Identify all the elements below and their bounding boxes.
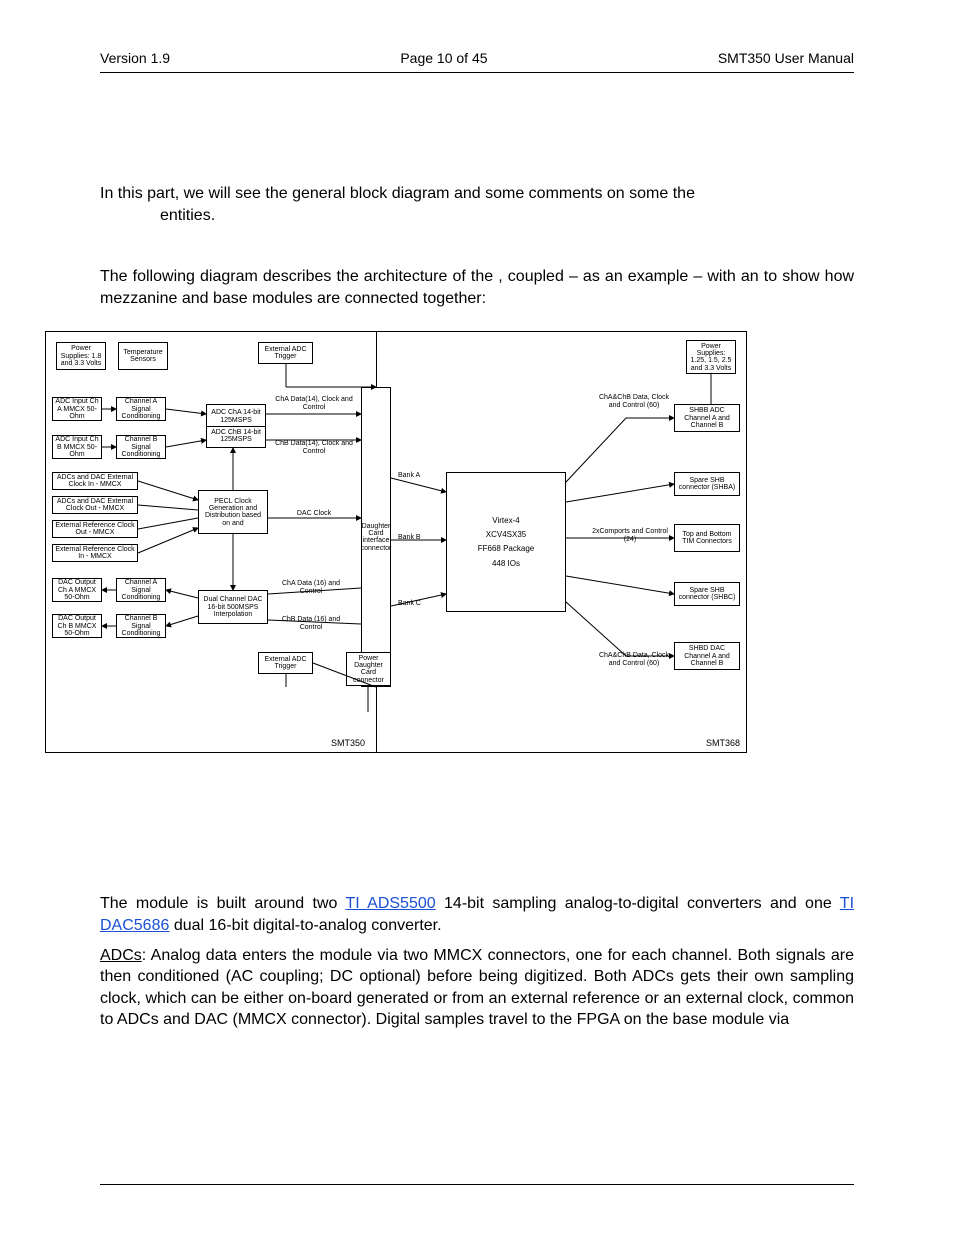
- footer-smt368: SMT368: [706, 739, 740, 748]
- adc-b-label: ADC ChB 14-bit 125MSPS: [209, 429, 263, 444]
- cha-data-label: ChA Data(14), Clock and Control: [274, 396, 354, 411]
- page-header: Version 1.9 Page 10 of 45 SMT350 User Ma…: [100, 50, 854, 73]
- ext-clk-in: ADCs and DAC External Clock In - MMCX: [52, 472, 138, 490]
- ext-adc-trigger-2: External ADC Trigger: [258, 652, 313, 674]
- adc-input-b-label: ADC Input Ch B MMCX 50-Ohm: [55, 436, 99, 458]
- after-diagram-text: The module is built around two TI ADS550…: [100, 893, 854, 1031]
- dac-chb-data-label: ChB Data (16) and Control: [276, 616, 346, 631]
- dac-block-label: Dual Channel DAC 16-bit 500MSPS Interpol…: [201, 596, 265, 618]
- dac-bus-label: ChA&ChB Data, Clock and Control (60): [594, 652, 674, 667]
- comports-label: 2xComports and Control (24): [590, 528, 670, 543]
- temp-sensors-label: Temperature Sensors: [121, 349, 165, 364]
- fpga-line4: 448 IOs: [492, 560, 520, 568]
- bank-c-label: Bank C: [398, 600, 421, 607]
- shbc: Spare SHB connector (SHBC): [674, 582, 740, 606]
- shbb-label: SHBB ADC Channel A and Channel B: [677, 407, 737, 429]
- shbc-label: Spare SHB connector (SHBC): [677, 587, 737, 602]
- ext-adc-trigger-label: External ADC Trigger: [261, 346, 310, 361]
- dac-cond-a: Channel A Signal Conditioning: [116, 578, 166, 602]
- ext-ref-in: External Reference Clock In - MMCX: [52, 544, 138, 562]
- after-p1a: The module is built around two: [100, 895, 345, 912]
- daughter-card-if-label: Daughter Card interface connector: [361, 523, 392, 552]
- page: Version 1.9 Page 10 of 45 SMT350 User Ma…: [0, 0, 954, 1235]
- dac-block: Dual Channel DAC 16-bit 500MSPS Interpol…: [198, 590, 268, 624]
- cond-a-label: Channel A Signal Conditioning: [119, 398, 163, 420]
- shba-label: Spare SHB connector (SHBA): [677, 477, 737, 492]
- adc-input-b: ADC Input Ch B MMCX 50-Ohm: [52, 435, 102, 459]
- intro-line2b: , coupled – as an example – with an: [498, 268, 764, 285]
- after-p1b: 14-bit sampling analog-to-digital conver…: [444, 895, 840, 912]
- ext-ref-out: External Reference Clock Out - MMCX: [52, 520, 138, 538]
- shbd: SHBD DAC Channel A and Channel B: [674, 642, 740, 670]
- dac-out-b: DAC Output Ch B MMCX 50-Ohm: [52, 614, 102, 638]
- fpga: Virtex-4 XCV4SX35 FF668 Package 448 IOs: [446, 472, 566, 612]
- intro-text: In this part, we will see the general bl…: [100, 183, 854, 309]
- cond-b-label: Channel B Signal Conditioning: [119, 436, 163, 458]
- ext-ref-in-label: External Reference Clock In - MMCX: [55, 546, 135, 561]
- ext-clk-out-label: ADCs and DAC External Clock Out - MMCX: [55, 498, 135, 513]
- bank-b-label: Bank B: [398, 534, 421, 541]
- adc-bus-label: ChA&ChB Data, Clock and Control (60): [594, 394, 674, 409]
- pecl-clock-label: PECL Clock Generation and Distribution b…: [201, 498, 265, 527]
- dac-cond-a-label: Channel A Signal Conditioning: [119, 579, 163, 601]
- block-diagram: Daughter Card interface connector Power …: [45, 331, 747, 753]
- ext-adc-trigger: External ADC Trigger: [258, 342, 313, 364]
- header-version: Version 1.9: [100, 50, 170, 66]
- chb-data-label: ChB Data(14), Clock and Control: [274, 440, 354, 455]
- adc-a-label: ADC ChA 14-bit 125MSPS: [209, 409, 263, 424]
- ext-ref-out-label: External Reference Clock Out - MMCX: [55, 522, 135, 537]
- temp-sensors: Temperature Sensors: [118, 342, 168, 370]
- tim-connectors-label: Top and Bottom TIM Connectors: [677, 531, 737, 546]
- adc-input-a-label: ADC Input Ch A MMCX 50-Ohm: [55, 398, 99, 420]
- dac-out-a-label: DAC Output Ch A MMCX 50-Ohm: [55, 579, 99, 601]
- tim-connectors: Top and Bottom TIM Connectors: [674, 524, 740, 552]
- dac-out-b-label: DAC Output Ch B MMCX 50-Ohm: [55, 615, 99, 637]
- adcs-heading: ADCs: [100, 947, 142, 964]
- fpga-line3: FF668 Package: [478, 545, 534, 553]
- power-supply-350: Power Supplies: 1.8 and 3.3 Volts: [56, 342, 106, 370]
- dac-out-a: DAC Output Ch A MMCX 50-Ohm: [52, 578, 102, 602]
- power-supply-368-label: Power Supplies: 1.25, 1.5, 2.5 and 3.3 V…: [689, 343, 733, 372]
- daughter-card-if: Daughter Card interface connector: [361, 387, 391, 687]
- intro-line1b: entities.: [100, 205, 215, 227]
- after-p2: : Analog data enters the module via two …: [100, 947, 854, 1029]
- fpga-line2: XCV4SX35: [486, 531, 526, 539]
- adc-input-a: ADC Input Ch A MMCX 50-Ohm: [52, 397, 102, 421]
- dac-clock-label: DAC Clock: [284, 510, 344, 517]
- header-title: SMT350 User Manual: [718, 50, 854, 66]
- link-ads5500[interactable]: TI ADS5500: [345, 895, 435, 912]
- ext-clk-in-label: ADCs and DAC External Clock In - MMCX: [55, 474, 135, 489]
- ext-clk-out: ADCs and DAC External Clock Out - MMCX: [52, 496, 138, 514]
- dac-cha-data-label: ChA Data (16) and Control: [276, 580, 346, 595]
- dac-cond-b: Channel B Signal Conditioning: [116, 614, 166, 638]
- cond-a: Channel A Signal Conditioning: [116, 397, 166, 421]
- footer-rule: [100, 1184, 854, 1185]
- shbb: SHBB ADC Channel A and Channel B: [674, 404, 740, 432]
- power-supply-368: Power Supplies: 1.25, 1.5, 2.5 and 3.3 V…: [686, 340, 736, 374]
- footer-smt350: SMT350: [331, 739, 365, 748]
- power-supply-350-label: Power Supplies: 1.8 and 3.3 Volts: [59, 345, 103, 367]
- intro-line2a: The following diagram describes the arch…: [100, 268, 498, 285]
- after-p1c: dual 16-bit digital-to-analog converter.: [174, 917, 442, 934]
- power-dc-connector: Power Daughter Card connector: [346, 652, 391, 686]
- shbd-label: SHBD DAC Channel A and Channel B: [677, 645, 737, 667]
- bank-a-label: Bank A: [398, 472, 420, 479]
- shba: Spare SHB connector (SHBA): [674, 472, 740, 496]
- fpga-line1: Virtex-4: [492, 517, 519, 525]
- intro-line1: In this part, we will see the general bl…: [100, 185, 695, 202]
- header-page: Page 10 of 45: [400, 50, 487, 66]
- power-dc-connector-label: Power Daughter Card connector: [349, 655, 388, 684]
- dac-cond-b-label: Channel B Signal Conditioning: [119, 615, 163, 637]
- cond-b: Channel B Signal Conditioning: [116, 435, 166, 459]
- adc-block: ADC ChA 14-bit 125MSPS ADC ChB 14-bit 12…: [206, 404, 266, 448]
- ext-adc-trigger-2-label: External ADC Trigger: [261, 656, 310, 671]
- pecl-clock: PECL Clock Generation and Distribution b…: [198, 490, 268, 534]
